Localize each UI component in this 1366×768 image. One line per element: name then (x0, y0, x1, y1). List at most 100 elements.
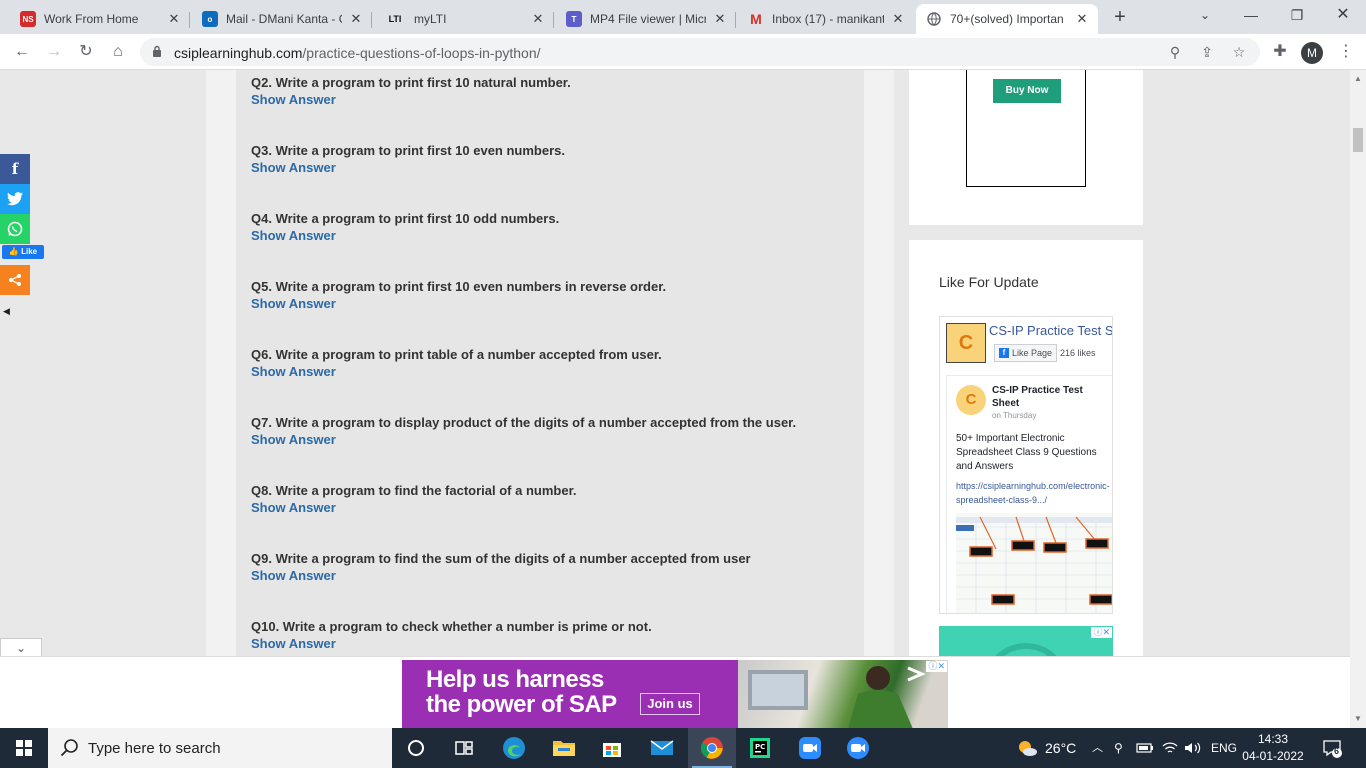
input-language[interactable]: ENG (1211, 728, 1237, 768)
profile-avatar[interactable]: M (1301, 42, 1323, 64)
show-answer-link[interactable]: Show Answer (251, 227, 851, 244)
wifi-icon[interactable] (1162, 728, 1178, 768)
new-tab-button[interactable]: + (1110, 6, 1130, 28)
more-share-icon[interactable] (0, 265, 30, 295)
fb-page-name[interactable]: CS-IP Practice Test S (989, 323, 1112, 338)
back-arrow-icon[interactable]: ← (10, 40, 34, 64)
question-item: Q4. Write a program to print first 10 od… (251, 211, 851, 244)
show-answer-link[interactable]: Show Answer (251, 91, 851, 108)
search-icon (60, 739, 78, 757)
taskbar-search-input[interactable]: Type here to search (48, 728, 392, 768)
show-answer-link[interactable]: Show Answer (251, 295, 851, 312)
menu-kebab-icon[interactable]: ⋮ (1334, 40, 1358, 64)
join-us-button[interactable]: Join us (640, 693, 700, 715)
tab-work-from-home[interactable]: NS Work From Home ✕ (10, 4, 190, 34)
zoom-icon[interactable]: ⚲ (1166, 43, 1184, 61)
scroll-down-arrow-icon[interactable]: ▼ (1350, 712, 1366, 726)
bookmark-star-icon[interactable]: ☆ (1230, 43, 1248, 61)
restore-button[interactable]: ❐ (1274, 0, 1320, 30)
task-view-icon[interactable] (440, 728, 488, 768)
show-answer-link[interactable]: Show Answer (251, 499, 851, 516)
forward-arrow-icon[interactable]: → (42, 40, 66, 64)
question-text: Q10. Write a program to check whether a … (251, 619, 652, 634)
fb-like-page-button[interactable]: f Like Page (994, 344, 1058, 362)
fb-like-page-label: Like Page (1012, 348, 1053, 358)
question-item: Q3. Write a program to print first 10 ev… (251, 143, 851, 176)
minimize-button[interactable]: — (1228, 0, 1274, 30)
file-explorer-icon[interactable] (540, 728, 588, 768)
close-window-button[interactable]: ✕ (1320, 0, 1366, 30)
question-text: Q2. Write a program to print first 10 na… (251, 75, 571, 90)
home-icon[interactable]: ⌂ (106, 40, 130, 64)
chrome-taskbar-icon[interactable] (688, 728, 736, 768)
question-item: Q5. Write a program to print first 10 ev… (251, 279, 851, 312)
fb-post-avatar[interactable]: C (956, 385, 986, 415)
vertical-scrollbar[interactable]: ▲ ▼ (1350, 70, 1366, 728)
scroll-up-arrow-icon[interactable]: ▲ (1350, 72, 1366, 86)
sap-ad-banner[interactable]: Help us harness the power of SAP Join us… (402, 660, 948, 729)
notification-center-icon[interactable]: 6 (1322, 738, 1342, 758)
thumbs-up-icon: 👍 (8, 247, 19, 256)
show-answer-link[interactable]: Show Answer (251, 567, 851, 584)
tab-mylti[interactable]: LTI myLTI ✕ (374, 4, 554, 34)
close-icon[interactable]: ✕ (166, 11, 182, 27)
fb-post-author[interactable]: CS-IP Practice Test Sheet (992, 384, 1110, 410)
fb-page-avatar[interactable]: C (946, 323, 986, 363)
question-text: Q9. Write a program to find the sum of t… (251, 551, 751, 566)
tab-mail[interactable]: o Mail - DMani Kanta - O ✕ (192, 4, 372, 34)
hide-share-arrow-icon[interactable]: ◀ (3, 306, 10, 317)
show-answer-link[interactable]: Show Answer (251, 431, 851, 448)
twitter-share-icon[interactable] (0, 184, 30, 214)
question-item: Q10. Write a program to check whether a … (251, 619, 851, 652)
close-icon[interactable]: ✕ (1074, 11, 1090, 27)
edge-browser-icon[interactable] (490, 728, 538, 768)
close-icon[interactable]: ✕ (348, 11, 364, 27)
whatsapp-share-icon[interactable] (0, 214, 30, 244)
tab-mp4-viewer[interactable]: T MP4 File viewer | Micr ✕ (556, 4, 736, 34)
tab-search-chevron-icon[interactable]: ⌄ (1182, 0, 1228, 30)
share-icon[interactable]: ⇪ (1198, 43, 1216, 61)
show-answer-link[interactable]: Show Answer (251, 159, 851, 176)
close-icon[interactable]: ✕ (890, 11, 906, 27)
fb-post-link[interactable]: https://csiplearninghub.com/electronic-s… (956, 479, 1112, 507)
zoom-app-icon[interactable] (786, 728, 834, 768)
battery-icon[interactable] (1136, 728, 1154, 768)
ad-choices-icon[interactable]: ⓘ✕ (1091, 627, 1112, 638)
close-icon[interactable]: ✕ (530, 11, 546, 27)
question-text: Q7. Write a program to display product o… (251, 415, 797, 430)
network-device-icon[interactable]: ⚲ (1114, 728, 1123, 768)
fb-page-header: C CS-IP Practice Test S f Like Page 216 … (940, 317, 1112, 371)
fb-post-image[interactable] (956, 513, 1112, 613)
tab-active-loops[interactable]: 70+(solved) Importan ✕ (916, 4, 1098, 34)
show-answer-link[interactable]: Show Answer (251, 363, 851, 380)
show-answer-link[interactable]: Show Answer (251, 635, 851, 652)
close-icon[interactable]: ✕ (712, 11, 728, 27)
question-text: Q4. Write a program to print first 10 od… (251, 211, 560, 226)
tab-strip: NS Work From Home ✕ o Mail - DMani Kanta… (0, 0, 1366, 34)
address-bar[interactable]: csiplearninghub.com/practice-questions-o… (140, 38, 1260, 66)
show-hidden-icons-chevron-icon[interactable]: ︿ (1092, 728, 1103, 768)
question-item: Q7. Write a program to display product o… (251, 415, 851, 448)
question-text: Q3. Write a program to print first 10 ev… (251, 143, 565, 158)
pycharm-icon[interactable]: PC (736, 728, 784, 768)
fb-like-badge[interactable]: 👍 Like (2, 245, 44, 259)
clock[interactable]: 14:33 04-01-2022 (1238, 731, 1308, 765)
weather-icon[interactable] (1016, 728, 1038, 768)
buy-now-button[interactable]: Buy Now (993, 79, 1061, 103)
weather-temperature[interactable]: 26°C (1045, 728, 1076, 768)
microsoft-store-icon[interactable] (588, 728, 636, 768)
extensions-icon[interactable]: ✚ (1268, 40, 1292, 64)
gmail-icon: M (750, 11, 762, 27)
ad-choices-icon[interactable]: ⓘ✕ (926, 661, 947, 672)
zoom-meeting-icon[interactable] (834, 728, 882, 768)
ns-icon: NS (20, 11, 36, 27)
scroll-thumb[interactable] (1353, 128, 1363, 152)
mail-app-icon[interactable] (638, 728, 686, 768)
volume-icon[interactable] (1184, 728, 1202, 768)
windows-start-icon[interactable] (0, 728, 48, 768)
cortana-icon[interactable] (392, 728, 440, 768)
collapse-ad-button[interactable]: ⌄ (0, 638, 42, 658)
reload-icon[interactable]: ↻ (74, 40, 98, 64)
facebook-share-icon[interactable]: f (0, 154, 30, 184)
tab-gmail[interactable]: M Inbox (17) - manikanta ✕ (738, 4, 914, 34)
